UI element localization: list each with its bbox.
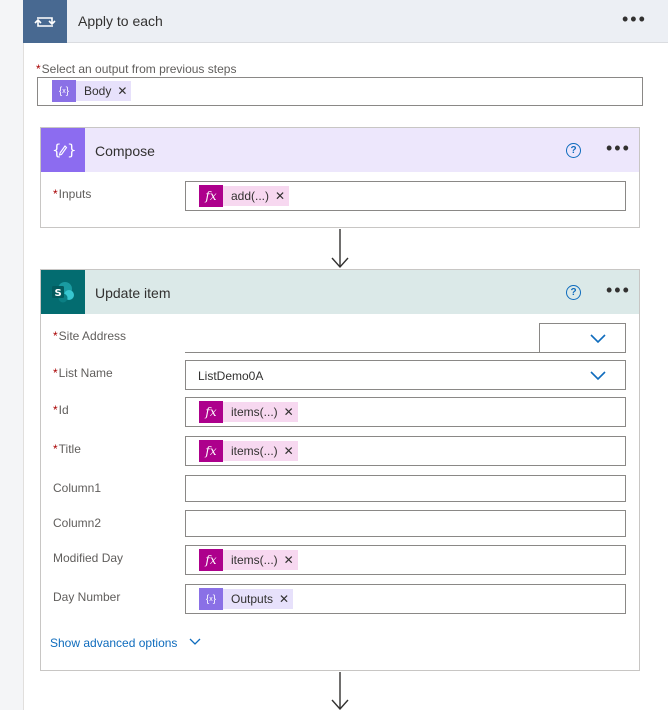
loop-icon	[23, 0, 67, 43]
day-number-label: Day Number	[53, 590, 121, 604]
remove-token-icon[interactable]: ✕	[117, 84, 127, 98]
chevron-down-icon	[189, 638, 201, 645]
show-advanced-options-link[interactable]: Show advanced options	[50, 636, 201, 650]
remove-token-icon[interactable]: ✕	[275, 189, 285, 203]
remove-token-icon[interactable]: ✕	[284, 444, 294, 458]
site-address-label: *Site Address	[53, 329, 127, 343]
column1-field[interactable]	[185, 475, 626, 502]
column2-field[interactable]	[185, 510, 626, 537]
help-icon[interactable]: ?	[566, 285, 581, 300]
items-expression-token[interactable]: fx items(...) ✕	[199, 440, 298, 462]
title-field[interactable]: fx items(...) ✕	[185, 436, 626, 466]
svg-text:}: }	[67, 141, 75, 159]
update-item-card: S Update item ? ••• *Site Address *List …	[40, 269, 640, 671]
list-name-label: *List Name	[53, 366, 113, 380]
select-output-field[interactable]: {x} Body ✕	[37, 77, 643, 106]
compose-card: { } Compose ? ••• *Inputs fx add(...) ✕	[40, 127, 640, 228]
outputs-token[interactable]: {x} Outputs ✕	[199, 588, 294, 610]
update-item-header[interactable]: S Update item ? •••	[41, 270, 639, 314]
column1-label: Column1	[53, 481, 102, 495]
apply-to-each-header[interactable]: Apply to each •••	[23, 0, 668, 43]
day-number-field[interactable]: {x} Outputs ✕	[185, 584, 626, 614]
svg-text:S: S	[55, 288, 62, 299]
update-item-menu-button[interactable]: •••	[606, 281, 631, 299]
id-label: *Id	[53, 403, 69, 417]
list-name-dropdown[interactable]: ListDemo0A	[185, 360, 626, 390]
compose-icon: { }	[41, 128, 85, 172]
inputs-label: *Inputs	[53, 187, 92, 201]
sharepoint-icon: S	[41, 270, 85, 314]
items-expression-token[interactable]: fx items(...) ✕	[199, 401, 298, 423]
help-icon[interactable]: ?	[566, 143, 581, 158]
add-expression-token[interactable]: fx add(...) ✕	[199, 185, 290, 207]
column2-label: Column2	[53, 516, 102, 530]
compose-menu-button[interactable]: •••	[606, 139, 631, 157]
fx-icon: fx	[199, 549, 223, 571]
apply-to-each-menu-button[interactable]: •••	[622, 10, 647, 28]
body-token[interactable]: {x} Body ✕	[52, 80, 132, 102]
remove-token-icon[interactable]: ✕	[279, 592, 289, 606]
chevron-down-icon	[590, 371, 606, 381]
remove-token-icon[interactable]: ✕	[284, 553, 294, 567]
svg-text:{: {	[52, 141, 62, 159]
variable-icon: {x}	[52, 80, 76, 102]
select-output-label: *Select an output from previous steps	[36, 62, 237, 76]
chevron-down-icon	[590, 334, 606, 344]
compose-header[interactable]: { } Compose ? •••	[41, 128, 639, 172]
compose-title: Compose	[95, 143, 155, 159]
site-address-dropdown[interactable]	[539, 323, 626, 353]
fx-icon: fx	[199, 440, 223, 462]
variable-icon: {x}	[199, 588, 223, 610]
connector-arrow	[331, 229, 349, 269]
update-item-title: Update item	[95, 285, 171, 301]
modified-day-field[interactable]: fx items(...) ✕	[185, 545, 626, 575]
id-field[interactable]: fx items(...) ✕	[185, 397, 626, 427]
list-name-value: ListDemo0A	[198, 369, 264, 383]
fx-icon: fx	[199, 185, 223, 207]
connector-arrow	[331, 672, 349, 710]
inputs-field[interactable]: fx add(...) ✕	[185, 181, 626, 211]
items-expression-token[interactable]: fx items(...) ✕	[199, 549, 298, 571]
apply-to-each-title: Apply to each	[78, 13, 163, 29]
title-label: *Title	[53, 442, 81, 456]
remove-token-icon[interactable]: ✕	[284, 405, 294, 419]
fx-icon: fx	[199, 401, 223, 423]
modified-day-label: Modified Day	[53, 551, 124, 565]
